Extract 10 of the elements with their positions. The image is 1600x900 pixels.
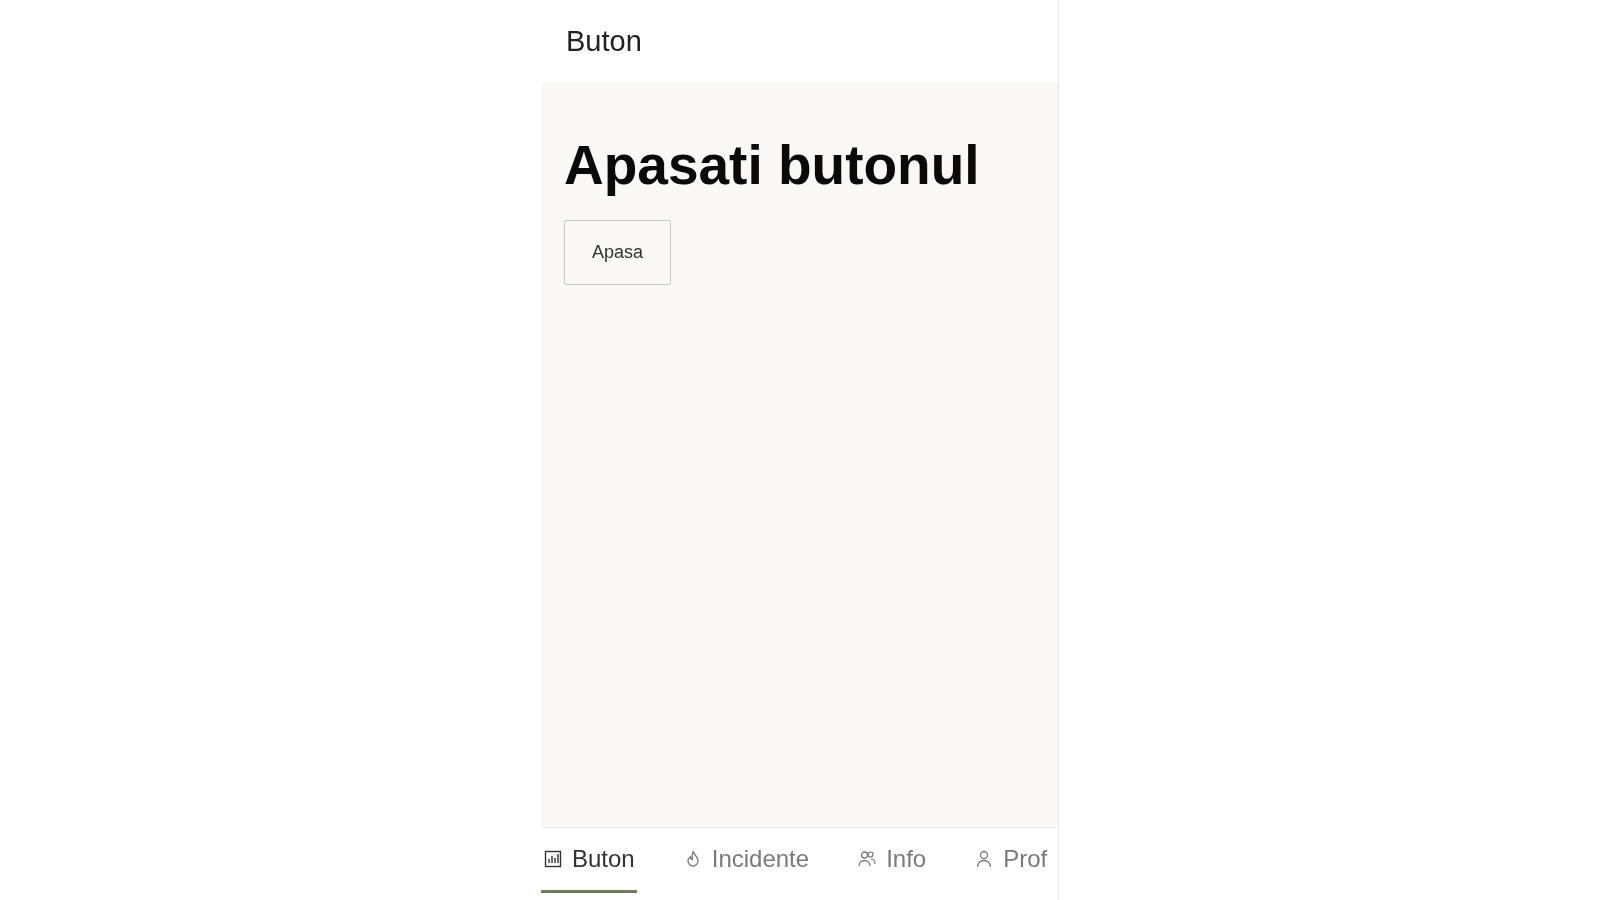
page-title: Buton — [566, 24, 642, 58]
people-icon — [858, 850, 877, 868]
tab[interactable]: Info — [855, 828, 929, 893]
person-icon — [975, 850, 994, 868]
tab[interactable]: Incidente — [680, 828, 812, 893]
heading: Apasati butonul — [564, 133, 981, 198]
press-button[interactable]: Apasa — [564, 220, 671, 285]
tab[interactable]: Prof — [972, 828, 1050, 893]
chart-icon — [544, 850, 562, 868]
tab[interactable]: Buton — [541, 828, 637, 893]
